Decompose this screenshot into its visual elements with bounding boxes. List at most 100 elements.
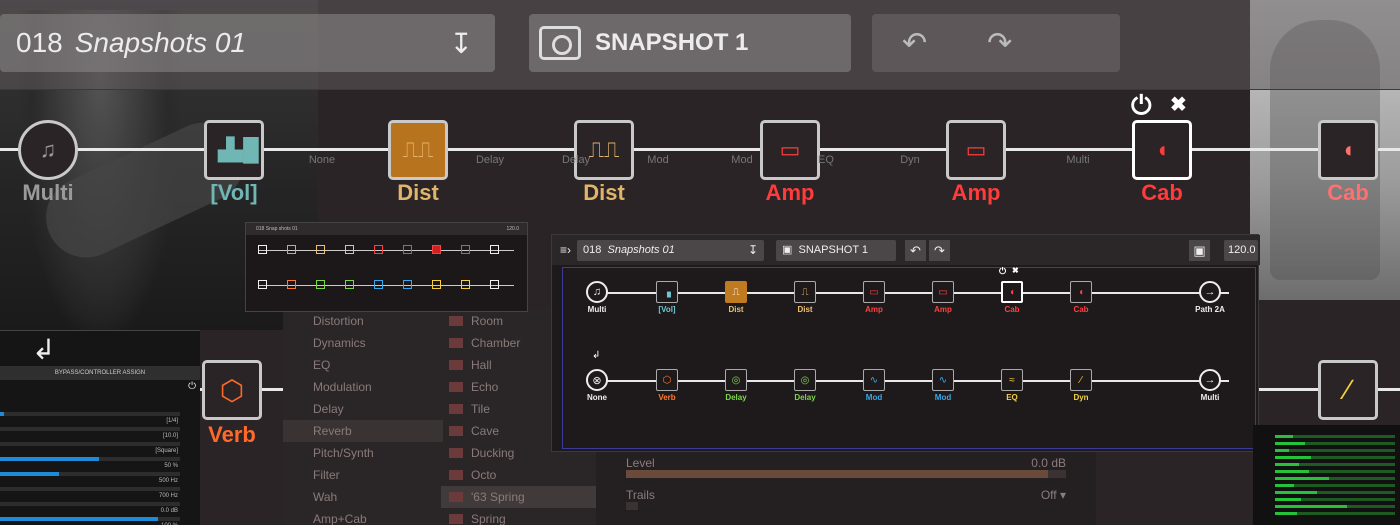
large-block-cab[interactable]: ◖ — [1318, 120, 1378, 180]
block-dist[interactable]: ⎍ — [794, 281, 816, 303]
block-label: Mod — [934, 393, 952, 402]
large-snapshot-box[interactable]: SNAPSHOT 1 — [529, 14, 851, 72]
preset-selector[interactable]: 018 Snapshots 01 ↧ — [577, 240, 764, 261]
trails-value-text: Off — [1040, 488, 1057, 502]
large-remove-icon[interactable]: ✖ — [1170, 92, 1187, 117]
model-swatch-icon — [449, 316, 463, 326]
block-cab[interactable]: ◖ — [1070, 281, 1092, 303]
trails-switch[interactable] — [626, 502, 638, 510]
block-label: Delay — [794, 393, 816, 402]
large-block-cab[interactable]: ◖ — [1132, 120, 1192, 180]
model-browser: Distortion Dynamics EQ Modulation Delay Rever… — [283, 310, 596, 525]
block-vol[interactable]: ▗ — [656, 281, 678, 303]
bypass-row[interactable]: 700 Hz — [0, 493, 190, 508]
category-item[interactable]: Distortion — [283, 310, 443, 332]
bypass-row-fill — [0, 457, 99, 461]
bypass-row[interactable]: [10.0] — [0, 433, 190, 448]
redo-button[interactable]: ↷ — [929, 240, 950, 261]
level-value: 0.0 dB — [1031, 456, 1066, 470]
bypass-row[interactable]: 50 % — [0, 463, 190, 478]
block-label: Dist — [728, 305, 744, 314]
thumbnail-path-2 — [258, 285, 514, 286]
trails-value[interactable]: Off ▾ — [1041, 488, 1066, 502]
model-item[interactable]: Spring — [441, 508, 596, 525]
undo-icon[interactable]: ↶ — [902, 26, 927, 61]
menu-icon[interactable]: ≡› — [560, 243, 571, 257]
category-item[interactable]: Pitch/Synth — [283, 442, 443, 464]
block-dyn[interactable]: ∕ — [1070, 369, 1092, 391]
snapshot-selector[interactable]: ▣ SNAPSHOT 1 — [776, 240, 896, 261]
large-block-label: Dist — [397, 180, 439, 205]
large-undo-redo-box[interactable]: ↶ ↷ — [872, 14, 1120, 72]
large-block-multi[interactable]: ♫ — [18, 120, 78, 180]
block-mod[interactable]: ∿ — [863, 369, 885, 391]
category-item[interactable]: Delay — [283, 398, 443, 420]
model-item[interactable]: '63 Spring — [441, 486, 596, 508]
block-remove-icon[interactable]: ✖ — [1012, 266, 1019, 275]
thumbnail-block — [287, 245, 296, 254]
block-delay[interactable]: ◎ — [794, 369, 816, 391]
category-item[interactable]: EQ — [283, 354, 443, 376]
tempo-display[interactable]: 120.0 — [1224, 240, 1258, 261]
large-bypass-power-icon[interactable]: ⏻ — [1131, 90, 1152, 122]
block-label: [Vol] — [658, 305, 676, 314]
category-item[interactable]: Modulation — [283, 376, 443, 398]
block-amp[interactable]: ▭ — [863, 281, 885, 303]
bypass-row[interactable]: [Square] — [0, 448, 190, 463]
thumbnail-block — [461, 280, 470, 289]
category-item[interactable]: Wah — [283, 486, 443, 508]
large-block-vol[interactable]: ▗▙█ — [204, 120, 264, 180]
save-preset-icon[interactable]: ↧ — [748, 240, 758, 261]
block-delay[interactable]: ◎ — [725, 369, 747, 391]
large-block-verb[interactable]: ⬡ — [202, 360, 262, 420]
ghost-label: Mod — [731, 154, 753, 166]
path-2-output-icon[interactable]: → — [1199, 369, 1221, 391]
path-1-output-icon[interactable]: → — [1199, 281, 1221, 303]
category-item[interactable]: Amp+Cab — [283, 508, 443, 525]
bypass-controller-panel: ↲ BYPASS/CONTROLLER ASSIGN ⏻ [1/4] [10.0]… — [0, 330, 200, 525]
parameter-panel: Level 0.0 dB Trails Off ▾ — [596, 450, 1096, 525]
bypass-row[interactable]: 500 Hz — [0, 478, 190, 493]
redo-icon[interactable]: ↷ — [987, 26, 1012, 61]
block-mod[interactable]: ∿ — [932, 369, 954, 391]
bypass-row-fill — [0, 472, 59, 476]
block-eq[interactable]: ≈ — [1001, 369, 1023, 391]
block-amp[interactable]: ▭ — [932, 281, 954, 303]
large-block-amp[interactable]: ▭ — [946, 120, 1006, 180]
power-icon[interactable]: ⏻ — [188, 381, 196, 392]
bypass-row[interactable]: 0.0 dB — [0, 508, 190, 523]
large-block-dyn[interactable]: ∕ — [1318, 360, 1378, 420]
bypass-row[interactable] — [0, 403, 190, 418]
block-cab[interactable]: ◖ — [1001, 281, 1023, 303]
large-preset-number: 018 — [16, 27, 63, 58]
save-icon[interactable]: ↧ — [450, 27, 473, 60]
large-block-label: Verb — [208, 422, 256, 447]
block-bypass-power-icon[interactable]: ⏻ — [999, 266, 1006, 277]
large-block-label: Amp — [951, 180, 1001, 205]
bypass-row-value: [10.0] — [162, 433, 178, 439]
category-item[interactable]: Dynamics — [283, 332, 443, 354]
block-verb[interactable]: ⬡ — [656, 369, 678, 391]
path-1-input-icon[interactable]: ♫ — [586, 281, 608, 303]
block-dist[interactable]: ⎍ — [725, 281, 747, 303]
tap-tempo-camera-icon[interactable]: ▣ — [1189, 240, 1210, 261]
path-2-input-icon[interactable]: ⊗ — [586, 369, 608, 391]
category-item[interactable]: Reverb — [283, 420, 443, 442]
category-item[interactable]: Filter — [283, 464, 443, 486]
large-preset-name: Snapshots 01 — [74, 27, 246, 58]
ghost-label: None — [308, 154, 336, 166]
model-name: Hall — [471, 358, 492, 372]
ghost-label: Dyn — [900, 154, 920, 166]
snapshot-name: SNAPSHOT 1 — [798, 244, 869, 256]
right-panel-fill — [1275, 477, 1329, 480]
right-panel-fill — [1275, 442, 1305, 445]
large-preset-box[interactable]: 018 Snapshots 01 ↧ — [0, 14, 495, 72]
undo-button[interactable]: ↶ — [905, 240, 926, 261]
bypass-row[interactable]: [1/4] — [0, 418, 190, 433]
large-block-amp[interactable]: ▭ — [760, 120, 820, 180]
bypass-row-track — [0, 502, 180, 506]
large-block-dist[interactable]: ⎍⎍ — [574, 120, 634, 180]
large-block-dist[interactable]: ⎍⎍ — [388, 120, 448, 180]
model-item[interactable]: Octo — [441, 464, 596, 486]
right-panel-fill — [1275, 449, 1289, 452]
